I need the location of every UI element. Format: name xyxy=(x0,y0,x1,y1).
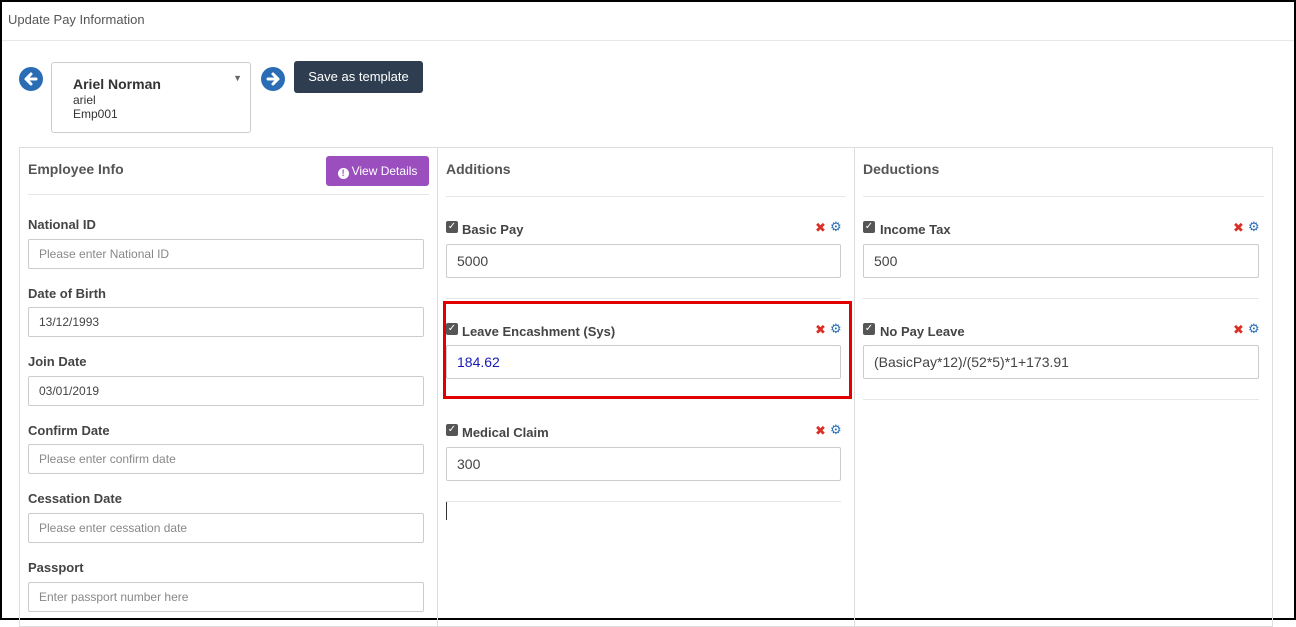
cessation-date-label: Cessation Date xyxy=(28,491,122,506)
remove-icon[interactable]: ✖ xyxy=(815,221,826,234)
remove-icon[interactable]: ✖ xyxy=(1233,323,1244,336)
chevron-down-icon: ▼ xyxy=(233,73,242,83)
employee-username: ariel xyxy=(73,93,96,107)
item-divider xyxy=(863,298,1259,299)
title-divider xyxy=(2,40,1294,41)
basic-pay-input[interactable]: 5000 xyxy=(446,244,841,278)
additions-divider xyxy=(446,196,846,197)
medical-claim-label: Medical Claim xyxy=(462,425,549,440)
no-pay-leave-input[interactable]: (BasicPay*12)/(52*5)*1+173.91 xyxy=(863,345,1259,379)
gear-icon[interactable]: ⚙ xyxy=(830,423,842,436)
page-title: Update Pay Information xyxy=(8,12,145,27)
passport-input[interactable]: Enter passport number here xyxy=(28,582,424,612)
join-date-input[interactable]: 03/01/2019 xyxy=(28,376,424,406)
arrow-left-icon xyxy=(24,72,38,86)
item-divider xyxy=(863,399,1259,400)
no-pay-leave-checkbox[interactable]: ✓ xyxy=(863,323,875,335)
basic-pay-label: Basic Pay xyxy=(462,222,524,237)
save-as-template-button[interactable]: Save as template xyxy=(294,61,423,93)
employee-code: Emp001 xyxy=(73,107,118,121)
view-details-label: View Details xyxy=(351,164,418,178)
previous-employee-button[interactable] xyxy=(19,67,43,91)
column-divider xyxy=(437,147,438,627)
employee-select[interactable]: Ariel Norman ariel Emp001 ▼ xyxy=(51,62,251,133)
confirm-date-input[interactable]: Please enter confirm date xyxy=(28,444,424,474)
arrow-right-icon xyxy=(266,72,280,86)
medical-claim-checkbox[interactable]: ✓ xyxy=(446,424,458,436)
info-icon: ! xyxy=(337,168,349,179)
income-tax-input[interactable]: 500 xyxy=(863,244,1259,278)
text-cursor xyxy=(446,502,447,520)
column-divider xyxy=(854,147,855,627)
medical-claim-input[interactable]: 300 xyxy=(446,447,841,481)
remove-icon[interactable]: ✖ xyxy=(1233,221,1244,234)
date-of-birth-input[interactable]: 13/12/1993 xyxy=(28,307,424,337)
basic-pay-checkbox[interactable]: ✓ xyxy=(446,221,458,233)
income-tax-label: Income Tax xyxy=(880,222,951,237)
gear-icon[interactable]: ⚙ xyxy=(830,220,842,233)
date-of-birth-label: Date of Birth xyxy=(28,286,106,301)
employee-info-divider xyxy=(28,194,429,195)
gear-icon[interactable]: ⚙ xyxy=(1248,220,1260,233)
income-tax-checkbox[interactable]: ✓ xyxy=(863,221,875,233)
gear-icon[interactable]: ⚙ xyxy=(1248,322,1260,335)
deductions-heading: Deductions xyxy=(863,161,940,177)
additions-heading: Additions xyxy=(446,161,511,177)
cessation-date-input[interactable]: Please enter cessation date xyxy=(28,513,424,543)
item-divider xyxy=(446,501,841,502)
remove-icon[interactable]: ✖ xyxy=(815,424,826,437)
view-details-button[interactable]: ! View Details xyxy=(326,156,429,186)
employee-info-heading: Employee Info xyxy=(28,161,124,177)
next-employee-button[interactable] xyxy=(261,67,285,91)
national-id-label: National ID xyxy=(28,217,96,232)
highlight-box xyxy=(443,301,852,399)
confirm-date-label: Confirm Date xyxy=(28,423,110,438)
passport-label: Passport xyxy=(28,560,84,575)
no-pay-leave-label: No Pay Leave xyxy=(880,324,965,339)
deductions-divider xyxy=(863,196,1264,197)
join-date-label: Join Date xyxy=(28,354,87,369)
item-divider xyxy=(446,298,841,299)
employee-name: Ariel Norman xyxy=(73,76,161,92)
national-id-input[interactable]: Please enter National ID xyxy=(28,239,424,269)
